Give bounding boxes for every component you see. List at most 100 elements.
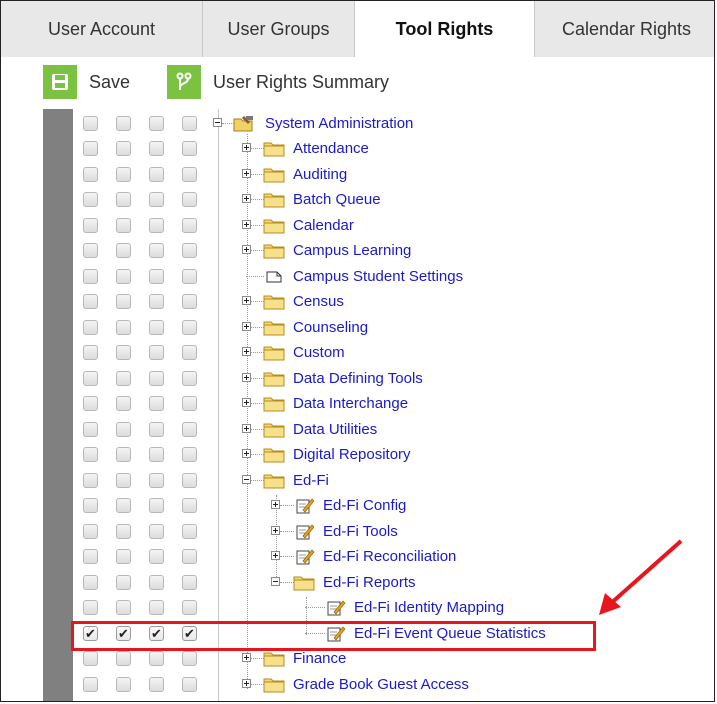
right-checkbox[interactable] [116, 218, 131, 233]
right-checkbox[interactable] [149, 167, 164, 182]
right-checkbox[interactable] [83, 371, 98, 386]
expand-toggle[interactable] [271, 551, 280, 560]
right-checkbox[interactable] [116, 116, 131, 131]
right-checkbox[interactable] [83, 345, 98, 360]
right-checkbox[interactable] [116, 422, 131, 437]
expand-toggle[interactable] [242, 679, 251, 688]
tree-label-census[interactable]: Census [293, 293, 344, 310]
tree-label-ed-fi-config[interactable]: Ed-Fi Config [323, 497, 406, 514]
tree-label-ed-fi-identity-mapping[interactable]: Ed-Fi Identity Mapping [354, 599, 504, 616]
right-checkbox[interactable] [149, 651, 164, 666]
right-checkbox[interactable] [149, 575, 164, 590]
right-checkbox[interactable] [182, 396, 197, 411]
right-checkbox[interactable] [149, 422, 164, 437]
right-checkbox[interactable] [149, 218, 164, 233]
right-checkbox[interactable] [83, 141, 98, 156]
right-checkbox[interactable] [83, 549, 98, 564]
tree-label-counseling[interactable]: Counseling [293, 319, 368, 336]
right-checkbox[interactable] [149, 294, 164, 309]
right-checkbox[interactable] [83, 192, 98, 207]
right-checkbox[interactable] [83, 167, 98, 182]
right-checkbox[interactable] [182, 447, 197, 462]
right-checkbox[interactable] [116, 371, 131, 386]
tree-label-data-utilities[interactable]: Data Utilities [293, 421, 377, 438]
expand-toggle[interactable] [242, 143, 251, 152]
right-checkbox[interactable] [83, 575, 98, 590]
tree-label-batch-queue[interactable]: Batch Queue [293, 191, 381, 208]
right-checkbox[interactable] [116, 396, 131, 411]
tree-label-system-administration[interactable]: System Administration [265, 115, 413, 132]
right-checkbox[interactable] [182, 116, 197, 131]
expand-toggle[interactable] [242, 347, 251, 356]
right-checkbox[interactable] [116, 473, 131, 488]
tree-label-data-interchange[interactable]: Data Interchange [293, 395, 408, 412]
right-checkbox[interactable] [83, 524, 98, 539]
expand-toggle[interactable] [242, 220, 251, 229]
right-checkbox[interactable] [182, 269, 197, 284]
right-checkbox[interactable] [149, 473, 164, 488]
right-checkbox[interactable] [182, 422, 197, 437]
right-checkbox[interactable] [83, 447, 98, 462]
right-checkbox[interactable] [182, 549, 197, 564]
right-checkbox[interactable] [83, 651, 98, 666]
tree-label-ed-fi-reconciliation[interactable]: Ed-Fi Reconciliation [323, 548, 456, 565]
collapse-toggle[interactable] [213, 118, 222, 127]
right-checkbox[interactable] [116, 677, 131, 692]
tab-user-groups[interactable]: User Groups [203, 1, 355, 57]
right-checkbox[interactable] [182, 218, 197, 233]
collapse-toggle[interactable] [271, 577, 280, 586]
right-checkbox[interactable] [83, 294, 98, 309]
right-checkbox[interactable] [182, 243, 197, 258]
right-checkbox[interactable] [116, 549, 131, 564]
tree-label-finance[interactable]: Finance [293, 650, 346, 667]
tree-label-grade-book-guest-access[interactable]: Grade Book Guest Access [293, 676, 469, 693]
right-checkbox[interactable] [116, 141, 131, 156]
right-checkbox[interactable] [149, 269, 164, 284]
right-checkbox[interactable] [182, 345, 197, 360]
right-checkbox[interactable] [182, 320, 197, 335]
right-checkbox[interactable] [182, 651, 197, 666]
tab-tool-rights[interactable]: Tool Rights [355, 1, 535, 57]
tree-label-custom[interactable]: Custom [293, 344, 345, 361]
expand-toggle[interactable] [242, 322, 251, 331]
right-checkbox[interactable] [116, 192, 131, 207]
tab-calendar-rights[interactable]: Calendar Rights [535, 1, 714, 57]
expand-toggle[interactable] [242, 424, 251, 433]
expand-toggle[interactable] [242, 449, 251, 458]
right-checkbox[interactable] [149, 243, 164, 258]
right-checkbox[interactable] [149, 116, 164, 131]
right-checkbox[interactable] [149, 320, 164, 335]
tree-label-campus-student-settings[interactable]: Campus Student Settings [293, 268, 463, 285]
right-checkbox[interactable] [149, 141, 164, 156]
right-checkbox[interactable] [116, 269, 131, 284]
expand-toggle[interactable] [242, 373, 251, 382]
right-checkbox[interactable] [149, 396, 164, 411]
right-checkbox[interactable] [182, 167, 197, 182]
right-checkbox[interactable] [149, 192, 164, 207]
right-checkbox[interactable] [149, 549, 164, 564]
tree-label-auditing[interactable]: Auditing [293, 166, 347, 183]
tree-label-digital-repository[interactable]: Digital Repository [293, 446, 411, 463]
right-checkbox[interactable] [182, 677, 197, 692]
tree-label-attendance[interactable]: Attendance [293, 140, 369, 157]
right-checkbox[interactable] [116, 345, 131, 360]
right-checkbox[interactable] [83, 218, 98, 233]
right-checkbox[interactable] [149, 447, 164, 462]
right-checkbox[interactable] [116, 447, 131, 462]
right-checkbox[interactable] [83, 320, 98, 335]
expand-toggle[interactable] [242, 245, 251, 254]
right-checkbox[interactable] [116, 294, 131, 309]
save-button[interactable]: Save [43, 65, 130, 99]
right-checkbox[interactable] [116, 498, 131, 513]
right-checkbox[interactable] [83, 243, 98, 258]
expand-toggle[interactable] [271, 500, 280, 509]
right-checkbox[interactable] [182, 371, 197, 386]
right-checkbox[interactable] [116, 524, 131, 539]
right-checkbox[interactable] [83, 116, 98, 131]
right-checkbox[interactable] [149, 498, 164, 513]
right-checkbox[interactable] [116, 167, 131, 182]
right-checkbox[interactable] [83, 677, 98, 692]
right-checkbox[interactable] [182, 524, 197, 539]
right-checkbox[interactable] [182, 498, 197, 513]
right-checkbox[interactable] [149, 524, 164, 539]
